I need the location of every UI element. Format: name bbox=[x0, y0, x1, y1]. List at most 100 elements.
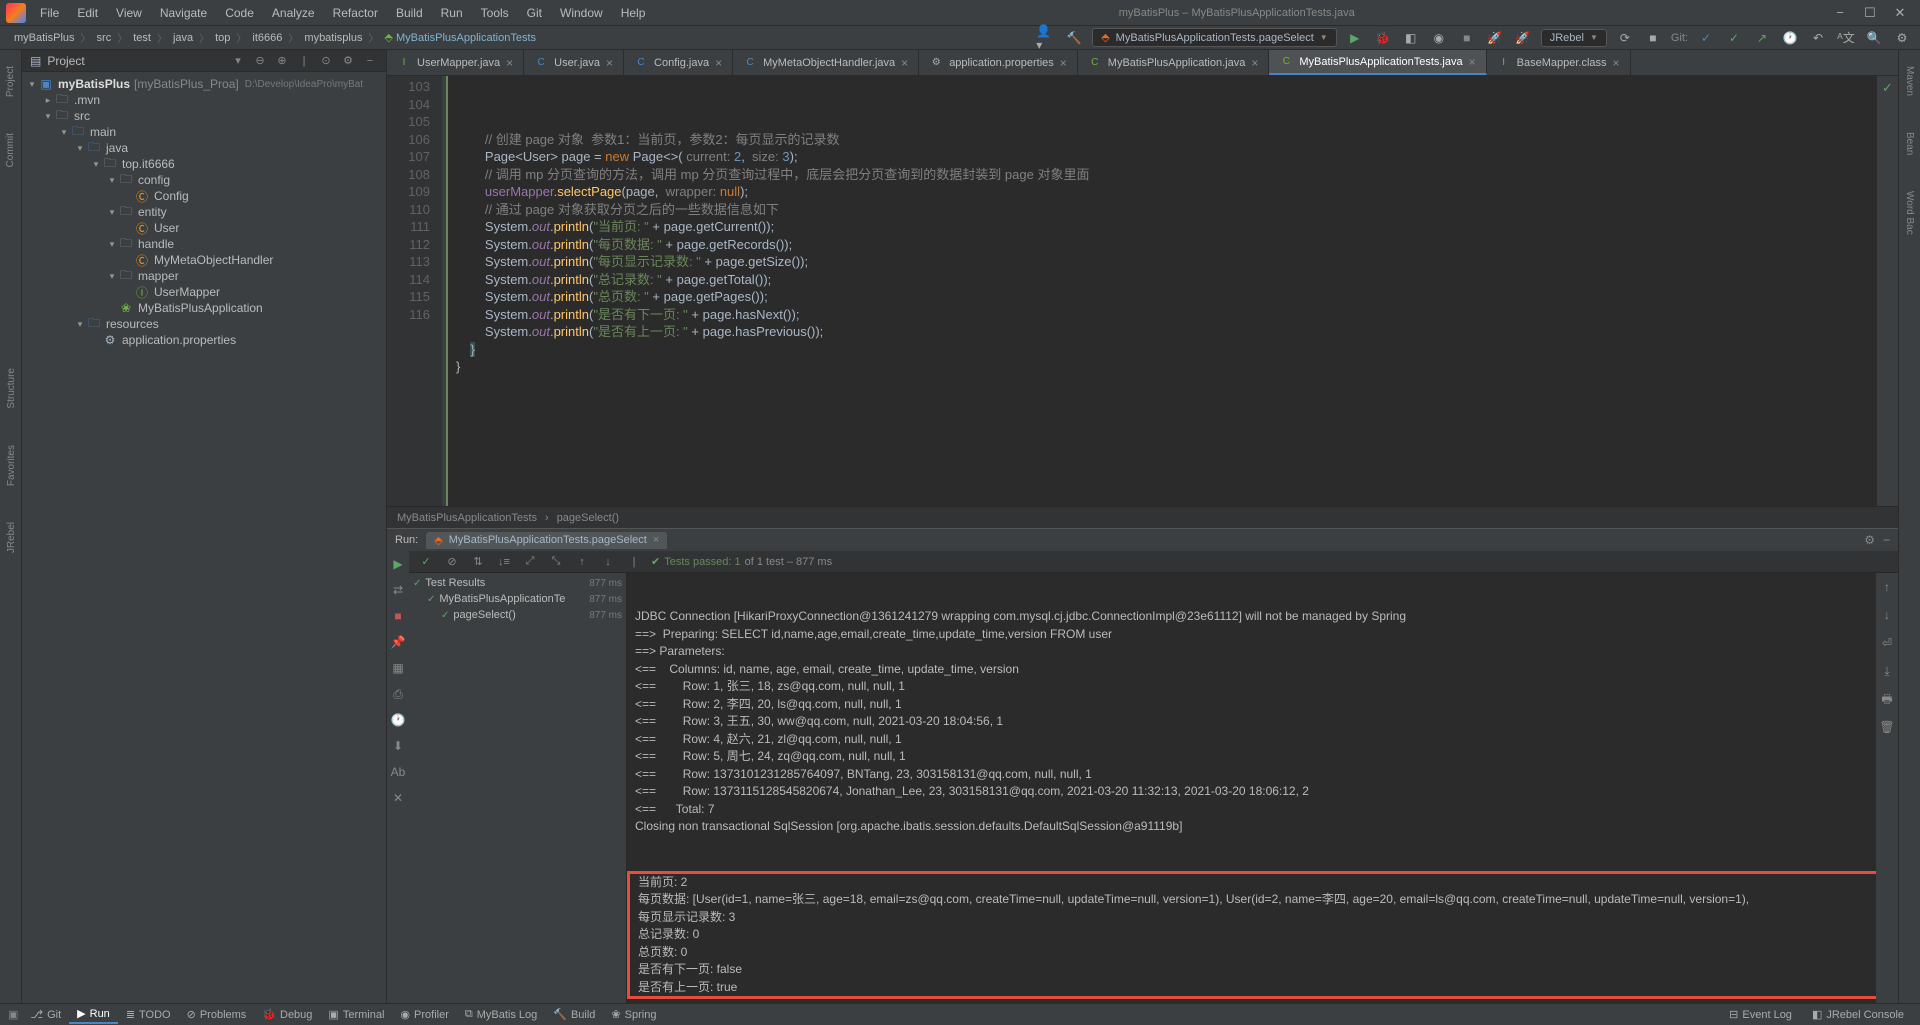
prev-icon[interactable]: ↑ bbox=[573, 553, 591, 571]
chevron-down-icon[interactable]: ▾ bbox=[230, 53, 246, 69]
bottom-tab-debug[interactable]: 🐞Debug bbox=[254, 1005, 320, 1024]
menu-help[interactable]: Help bbox=[613, 2, 654, 24]
test-item[interactable]: ✓MyBatisPlusApplicationTe877 ms bbox=[409, 591, 626, 607]
hammer-icon[interactable]: 🔨 bbox=[1064, 28, 1084, 48]
bottom-tab-todo[interactable]: ≣TODO bbox=[118, 1005, 179, 1024]
breadcrumb-item[interactable]: myBatisPlus bbox=[8, 30, 81, 46]
tree-node-config[interactable]: ▾🗀config bbox=[22, 172, 386, 188]
print-icon[interactable]: 🖶 bbox=[1878, 691, 1896, 709]
toggle-auto-icon[interactable]: ⇄ bbox=[389, 581, 407, 599]
expand-arrow[interactable]: ▾ bbox=[106, 239, 118, 250]
stripe-favorites[interactable]: Favorites bbox=[4, 437, 19, 494]
test-item[interactable]: ✓pageSelect()877 ms bbox=[409, 607, 626, 623]
git-commit-icon[interactable]: ✓ bbox=[1724, 28, 1744, 48]
close-icon[interactable]: × bbox=[1060, 56, 1067, 70]
gear-icon[interactable]: ⚙ bbox=[340, 53, 356, 69]
sort-icon[interactable]: ⇅ bbox=[469, 553, 487, 571]
close-button[interactable]: ✕ bbox=[1894, 5, 1906, 21]
hide-icon[interactable]: − bbox=[1883, 533, 1890, 547]
menu-analyze[interactable]: Analyze bbox=[264, 2, 323, 24]
test-item[interactable]: ✓Test Results877 ms bbox=[409, 575, 626, 591]
expand-icon[interactable]: ⊕ bbox=[274, 53, 290, 69]
code-line[interactable]: userMapper.selectPage(page, wrapper: nul… bbox=[442, 183, 1876, 201]
tree-node-top-it6666[interactable]: ▾🗀top.it6666 bbox=[22, 156, 386, 172]
menu-git[interactable]: Git bbox=[519, 2, 550, 24]
minimize-button[interactable]: − bbox=[1834, 5, 1846, 21]
search-icon[interactable]: 🔍 bbox=[1864, 28, 1884, 48]
code-line[interactable]: // 创建 page 对象 参数1：当前页，参数2：每页显示的记录数 bbox=[442, 131, 1876, 149]
reload-icon[interactable]: ⟳ bbox=[1615, 28, 1635, 48]
bottom-tab-run[interactable]: ▶Run bbox=[69, 1005, 118, 1024]
down-icon[interactable]: ↓ bbox=[1878, 607, 1896, 625]
breadcrumb-item[interactable]: test bbox=[127, 30, 157, 46]
stop-round-icon[interactable]: ⊘ bbox=[443, 553, 461, 571]
tree-node-usermapper[interactable]: ⒾUserMapper bbox=[22, 284, 386, 300]
close-icon[interactable]: × bbox=[653, 534, 659, 546]
tree-node-resources[interactable]: ▾🗀resources bbox=[22, 316, 386, 332]
tree-node-entity[interactable]: ▾🗀entity bbox=[22, 204, 386, 220]
settings-icon[interactable]: ⚙ bbox=[1892, 28, 1912, 48]
code-line[interactable]: System.out.println("是否有上一页: " + page.has… bbox=[442, 323, 1876, 341]
menu-file[interactable]: File bbox=[32, 2, 67, 24]
bottom-tab-git[interactable]: ⎇Git bbox=[22, 1005, 69, 1024]
code-line[interactable]: Page<User> page = new Page<>( current: 2… bbox=[442, 148, 1876, 166]
editor-tab-application-properties[interactable]: ⚙application.properties× bbox=[919, 50, 1078, 75]
expand-arrow[interactable]: ▾ bbox=[26, 79, 38, 90]
translate-icon[interactable]: ᴬ文 bbox=[1836, 28, 1856, 48]
pin-icon[interactable]: 📌 bbox=[389, 633, 407, 651]
hide-icon[interactable]: − bbox=[362, 53, 378, 69]
wrap-icon[interactable]: ⏎ bbox=[1878, 635, 1896, 653]
menu-run[interactable]: Run bbox=[433, 2, 471, 24]
editor-scrollbar[interactable]: ✓ bbox=[1876, 76, 1898, 506]
code-content[interactable]: // 创建 page 对象 参数1：当前页，参数2：每页显示的记录数 Page<… bbox=[442, 76, 1876, 506]
menu-build[interactable]: Build bbox=[388, 2, 431, 24]
project-root[interactable]: ▾ ▣ myBatisPlus [myBatisPlus_Proa] D:\De… bbox=[22, 76, 386, 92]
editor-tab-config-java[interactable]: CConfig.java× bbox=[624, 50, 733, 75]
profile-icon[interactable]: ◉ bbox=[1429, 28, 1449, 48]
close-icon[interactable]: × bbox=[606, 56, 613, 70]
project-tree[interactable]: ▾ ▣ myBatisPlus [myBatisPlus_Proa] D:\De… bbox=[22, 72, 386, 1003]
close-icon[interactable]: × bbox=[715, 56, 722, 70]
rerun-icon[interactable]: ▶ bbox=[389, 555, 407, 573]
close-icon[interactable]: ✕ bbox=[389, 789, 407, 807]
export-icon[interactable]: ⎙ bbox=[389, 685, 407, 703]
tree-node-mymetaobjecthandler[interactable]: ⒸMyMetaObjectHandler bbox=[22, 252, 386, 268]
menu-navigate[interactable]: Navigate bbox=[152, 2, 215, 24]
tree-node-mapper[interactable]: ▾🗀mapper bbox=[22, 268, 386, 284]
menu-code[interactable]: Code bbox=[217, 2, 262, 24]
git-rollback-icon[interactable]: ↶ bbox=[1808, 28, 1828, 48]
collapse-all-icon[interactable]: ⤡ bbox=[547, 553, 565, 571]
history-icon[interactable]: 🕐 bbox=[389, 711, 407, 729]
close-icon[interactable]: × bbox=[1613, 56, 1620, 70]
import-icon[interactable]: ⬇ bbox=[389, 737, 407, 755]
stripe-commit[interactable]: Commit bbox=[3, 125, 18, 175]
test-tree[interactable]: ✓Test Results877 ms✓MyBatisPlusApplicati… bbox=[409, 573, 627, 1003]
editor-tab-mymetaobjecthandler-java[interactable]: CMyMetaObjectHandler.java× bbox=[733, 50, 919, 75]
code-line[interactable]: } bbox=[442, 358, 1876, 376]
code-line[interactable]: // 通过 page 对象获取分页之后的一些数据信息如下 bbox=[442, 201, 1876, 219]
editor-tab-user-java[interactable]: CUser.java× bbox=[524, 50, 624, 75]
stripe-structure[interactable]: Structure bbox=[4, 360, 19, 417]
run-icon[interactable]: ▶ bbox=[1345, 28, 1365, 48]
breadcrumb-item[interactable]: mybatisplus bbox=[298, 30, 368, 46]
editor-tab-mybatisplusapplicationtests-java[interactable]: CMyBatisPlusApplicationTests.java× bbox=[1269, 50, 1486, 75]
user-icon[interactable]: 👤▾ bbox=[1036, 28, 1056, 48]
breadcrumb-item[interactable]: java bbox=[167, 30, 199, 46]
git-history-icon[interactable]: 🕐 bbox=[1780, 28, 1800, 48]
maximize-button[interactable]: ☐ bbox=[1864, 5, 1876, 21]
stop-icon[interactable]: ■ bbox=[389, 607, 407, 625]
expand-arrow[interactable]: ▾ bbox=[74, 143, 86, 154]
expand-arrow[interactable]: ▸ bbox=[42, 95, 54, 106]
event-log-tab[interactable]: ⊟ Event Log bbox=[1721, 1006, 1800, 1023]
expand-arrow[interactable]: ▾ bbox=[42, 111, 54, 122]
git-update-icon[interactable]: ✓ bbox=[1696, 28, 1716, 48]
editor-tab-basemapper-class[interactable]: IBaseMapper.class× bbox=[1487, 50, 1631, 75]
menu-refactor[interactable]: Refactor bbox=[325, 2, 386, 24]
bottom-tab-mybatis-log[interactable]: ⧉MyBatis Log bbox=[457, 1005, 545, 1024]
expand-arrow[interactable]: ▾ bbox=[58, 127, 70, 138]
menu-view[interactable]: View bbox=[108, 2, 150, 24]
run-config-selector[interactable]: ⬘ MyBatisPlusApplicationTests.pageSelect… bbox=[1092, 28, 1337, 47]
code-line[interactable]: System.out.println("总记录数: " + page.getTo… bbox=[442, 271, 1876, 289]
check-icon[interactable]: ✓ bbox=[417, 553, 435, 571]
stripe-bean[interactable]: Bean bbox=[1902, 124, 1917, 163]
